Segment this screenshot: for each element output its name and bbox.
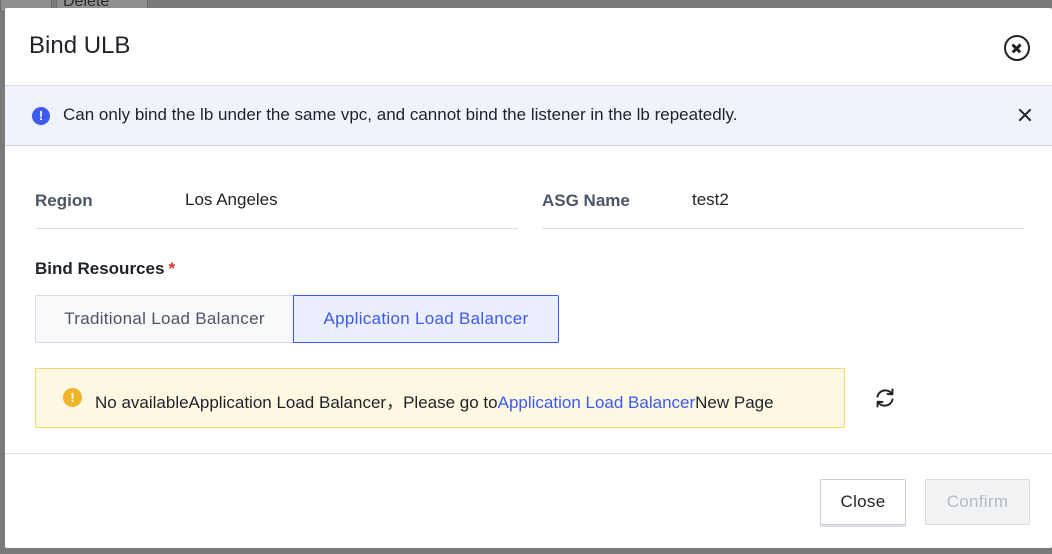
- required-mark: *: [168, 259, 176, 278]
- bind-ulb-dialog: Bind ULB ! Can only bind the lb under th…: [5, 8, 1052, 548]
- alb-link[interactable]: Application Load Balancer: [498, 393, 696, 412]
- bind-resources-label: Bind Resources *: [35, 259, 175, 279]
- asg-name-field: ASG Name test2: [542, 178, 1025, 229]
- region-label: Region: [35, 191, 93, 210]
- dialog-title: Bind ULB: [29, 32, 131, 59]
- refresh-icon[interactable]: [873, 386, 897, 410]
- close-button[interactable]: Close: [820, 479, 906, 525]
- asg-name-label: ASG Name: [542, 191, 630, 210]
- tab-application-load-balancer[interactable]: Application Load Balancer: [293, 295, 559, 343]
- close-dialog-icon[interactable]: [1004, 35, 1030, 61]
- confirm-button[interactable]: Confirm: [925, 479, 1030, 525]
- asg-name-value: test2: [692, 190, 729, 209]
- notice-text: Can only bind the lb under the same vpc,…: [63, 105, 738, 124]
- dialog-header: Bind ULB: [5, 8, 1052, 86]
- warning-text: No availableApplication Load Balancer，Pl…: [95, 388, 774, 413]
- footer-divider: [5, 453, 1052, 454]
- warning-icon: !: [63, 388, 82, 407]
- info-notice: ! Can only bind the lb under the same vp…: [5, 86, 1052, 146]
- tab-traditional-load-balancer[interactable]: Traditional Load Balancer: [35, 295, 294, 343]
- dismiss-notice-icon[interactable]: [1018, 108, 1032, 122]
- info-icon: !: [32, 107, 50, 125]
- bind-resources-text: Bind Resources: [35, 259, 165, 278]
- warning-prefix: No availableApplication Load Balancer，Pl…: [95, 393, 498, 412]
- no-resource-warning: ! No availableApplication Load Balancer，…: [35, 368, 845, 428]
- region-field: Region Los Angeles: [35, 178, 518, 229]
- warning-suffix: New Page: [695, 393, 774, 412]
- region-value: Los Angeles: [185, 190, 278, 209]
